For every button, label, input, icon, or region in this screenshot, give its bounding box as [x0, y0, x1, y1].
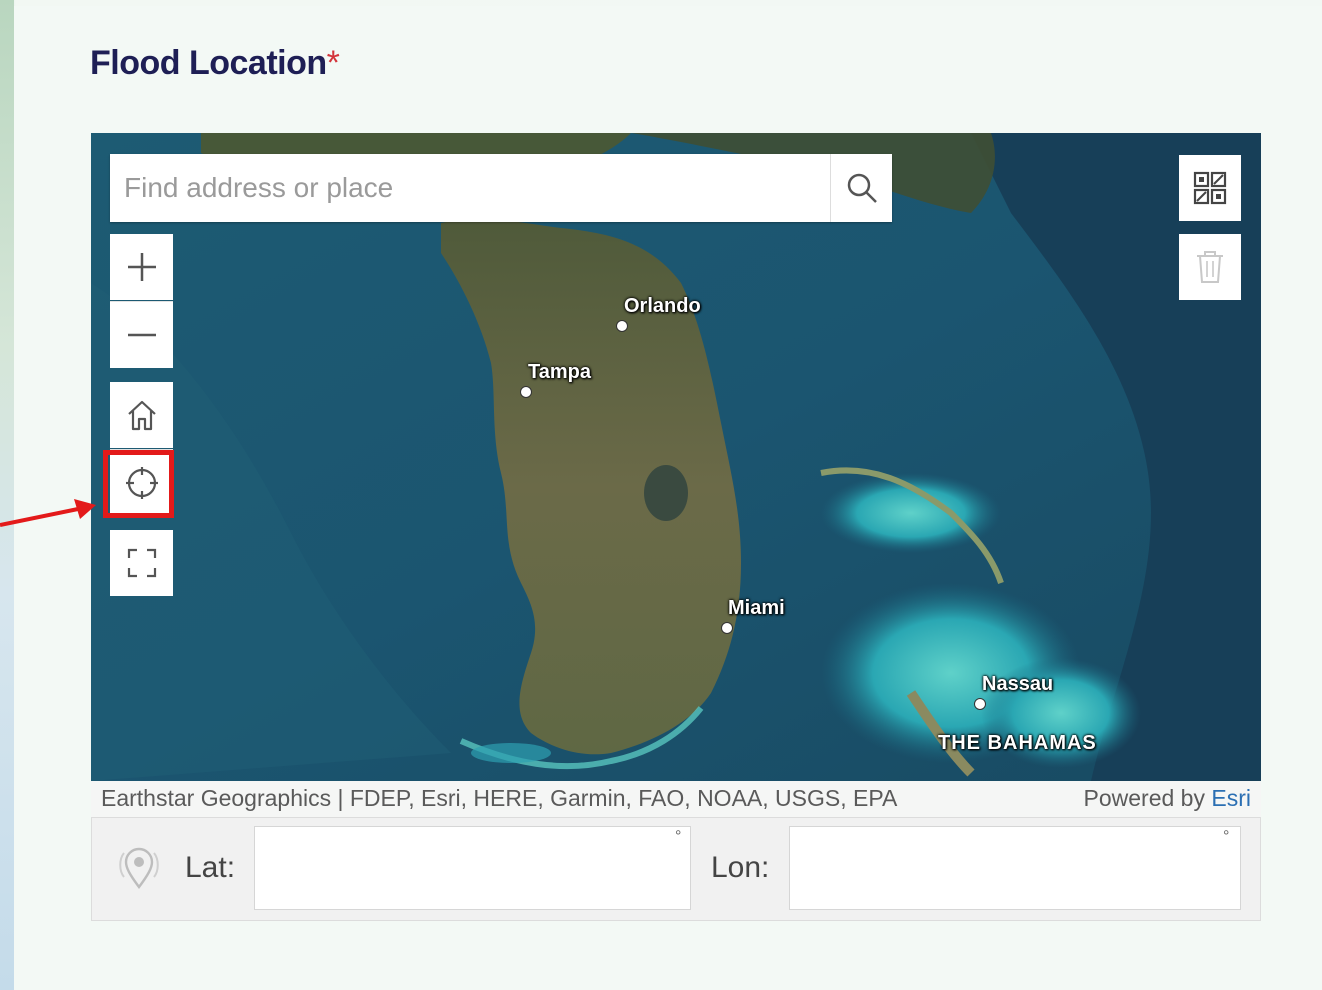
map-label-nassau: Nassau — [982, 673, 1054, 695]
lon-label: Lon: — [711, 851, 770, 884]
fullscreen-icon — [127, 548, 156, 578]
map-label-miami: Miami — [728, 597, 785, 619]
location-pin-icon[interactable] — [116, 843, 162, 895]
annotation-arrow — [0, 499, 96, 527]
fullscreen-button[interactable] — [110, 530, 173, 596]
qr-code-icon — [1193, 171, 1227, 205]
coordinate-bar: Lat: ° Lon: ° — [91, 817, 1261, 921]
satellite-basemap — [91, 133, 1261, 781]
minus-icon — [127, 333, 156, 337]
search-input[interactable] — [110, 154, 826, 222]
map-label-tampa: Tampa — [528, 361, 591, 383]
tampa-marker — [520, 386, 532, 398]
orlando-marker — [616, 320, 628, 332]
qr-code-button[interactable] — [1179, 155, 1241, 221]
lon-input[interactable] — [789, 826, 1241, 910]
field-title: Flood Location* — [90, 44, 340, 82]
esri-link[interactable]: Esri — [1211, 785, 1251, 811]
required-mark: * — [326, 44, 340, 82]
powered-by: Powered by Esri — [1083, 785, 1251, 811]
home-button[interactable] — [110, 382, 173, 448]
lat-label: Lat: — [185, 851, 236, 884]
lat-degree-symbol: ° — [675, 828, 682, 845]
trash-icon — [1197, 251, 1223, 283]
locate-highlight-box — [103, 450, 174, 518]
lat-input[interactable] — [254, 826, 691, 910]
miami-marker — [721, 622, 733, 634]
plus-icon — [127, 253, 156, 281]
lon-degree-symbol: ° — [1223, 828, 1230, 845]
map-view[interactable] — [91, 133, 1261, 781]
attribution-sources: Earthstar Geographics | FDEP, Esri, HERE… — [101, 785, 898, 811]
search-icon — [847, 173, 877, 203]
map-label-orlando: Orlando — [624, 295, 701, 317]
zoom-out-button[interactable] — [110, 302, 173, 368]
search-button[interactable] — [830, 154, 892, 222]
nassau-marker — [974, 698, 986, 710]
delete-button[interactable] — [1179, 234, 1241, 300]
zoom-in-button[interactable] — [110, 234, 173, 300]
map-label-bahamas: THE BAHAMAS — [938, 732, 1097, 754]
home-icon — [127, 400, 156, 431]
map-attribution: Earthstar Geographics | FDEP, Esri, HERE… — [91, 781, 1261, 817]
search-widget — [110, 154, 892, 222]
